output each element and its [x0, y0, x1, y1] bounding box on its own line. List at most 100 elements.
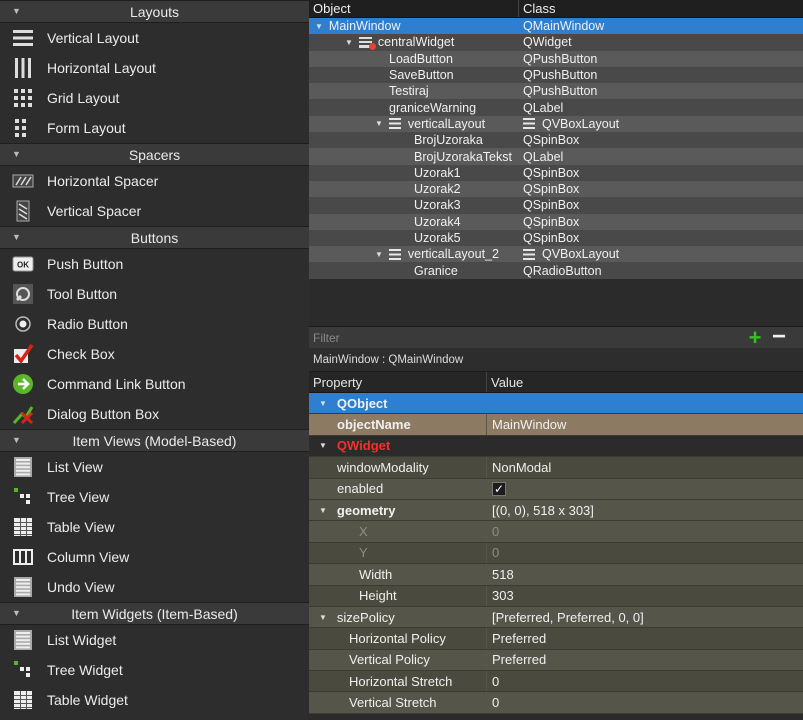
property-value-cell[interactable]: ✓	[487, 481, 506, 497]
property-row-width[interactable]: Width 518	[309, 564, 803, 586]
object-row[interactable]: ▼ MainWindow QMainWindow	[309, 18, 803, 35]
property-row-x[interactable]: X0	[309, 521, 803, 543]
collapse-arrow-icon[interactable]: ▼	[12, 149, 21, 159]
widget-item-dialog-button-box[interactable]: Dialog Button Box	[0, 399, 309, 429]
property-value-cell[interactable]: Preferred	[487, 652, 546, 667]
property-value: 303	[492, 588, 514, 604]
category-item-views-model-based-[interactable]: ▼ Item Views (Model-Based)	[0, 429, 309, 452]
property-value-cell[interactable]: 303	[487, 588, 514, 603]
enabled-checkbox[interactable]: ✓	[492, 482, 506, 497]
object-row[interactable]: Granice QRadioButton	[309, 262, 803, 279]
expand-arrow-icon[interactable]: ▼	[375, 250, 383, 259]
property-value-cell[interactable]: 0	[487, 674, 499, 689]
object-row[interactable]: BrojUzoraka QSpinBox	[309, 132, 803, 149]
object-row[interactable]: ▼ centralWidget QWidget	[309, 34, 803, 51]
widget-item-undo-view[interactable]: Undo View	[0, 572, 309, 602]
object-row[interactable]: ▼ verticalLayout_2 QVBoxLayout	[309, 246, 803, 263]
property-row-horizontal-stretch[interactable]: Horizontal Stretch 0	[309, 671, 803, 693]
widget-item-horizontal-spacer[interactable]: Horizontal Spacer	[0, 166, 309, 196]
collapse-arrow-icon[interactable]: ▼	[12, 232, 21, 242]
property-name: sizePolicy	[336, 609, 395, 625]
object-row[interactable]: BrojUzorakaTekst QLabel	[309, 148, 803, 165]
widget-item-label: Push Button	[47, 256, 124, 272]
expand-arrow-icon[interactable]: ▼	[319, 399, 327, 408]
property-row-objectname[interactable]: objectName MainWindow	[309, 414, 803, 436]
widget-item-vertical-layout[interactable]: Vertical Layout	[0, 23, 309, 53]
property-row-vertical-stretch[interactable]: Vertical Stretch 0	[309, 692, 803, 714]
object-row[interactable]: Uzorak2 QSpinBox	[309, 180, 803, 198]
property-row-sizepolicy[interactable]: ▼ sizePolicy [Preferred, Preferred, 0, 0]	[309, 606, 803, 629]
widget-item-column-view[interactable]: Column View	[0, 542, 309, 572]
property-name: X	[359, 524, 368, 540]
collapse-arrow-icon[interactable]: ▼	[12, 608, 21, 618]
property-column-header[interactable]: Property	[309, 372, 487, 392]
object-row[interactable]: SaveButton QPushButton	[309, 66, 803, 84]
filter-input[interactable]: Filter	[313, 331, 340, 345]
property-row-horizontal-policy[interactable]: Horizontal Policy Preferred	[309, 628, 803, 650]
property-value-cell[interactable]: 0	[487, 695, 499, 710]
widget-item-table-widget[interactable]: Table Widget	[0, 685, 309, 715]
widget-item-form-layout[interactable]: Form Layout	[0, 113, 309, 143]
collapse-arrow-icon[interactable]: ▼	[12, 6, 21, 16]
property-value-cell[interactable]: [(0, 0), 518 x 303]	[487, 503, 594, 518]
object-name-cell: Uzorak3	[309, 197, 519, 213]
property-row-windowmodality[interactable]: windowModality NonModal	[309, 457, 803, 479]
widget-item-table-view[interactable]: Table View	[0, 512, 309, 542]
widget-item-label: Radio Button	[47, 316, 128, 332]
widget-item-command-link-button[interactable]: Command Link Button	[0, 369, 309, 399]
property-value-cell[interactable]: [Preferred, Preferred, 0, 0]	[487, 610, 644, 625]
object-row[interactable]: Uzorak4 QSpinBox	[309, 213, 803, 230]
object-row[interactable]: Uzorak5 QSpinBox	[309, 229, 803, 247]
category-item-widgets-item-based-[interactable]: ▼ Item Widgets (Item-Based)	[0, 602, 309, 625]
expand-arrow-icon[interactable]: ▼	[375, 119, 383, 128]
expand-arrow-icon[interactable]: ▼	[319, 506, 327, 515]
widget-item-radio-button[interactable]: Radio Button	[0, 309, 309, 339]
widget-item-grid-layout[interactable]: Grid Layout	[0, 83, 309, 113]
property-row-height[interactable]: Height 303	[309, 585, 803, 607]
widget-item-tool-button[interactable]: Tool Button	[0, 279, 309, 309]
object-row[interactable]: ▼ verticalLayout QVBoxLayout	[309, 115, 803, 133]
object-column-header[interactable]: Object	[309, 0, 519, 17]
expand-arrow-icon[interactable]: ▼	[319, 441, 327, 450]
expand-arrow-icon[interactable]: ▼	[319, 613, 327, 622]
object-name: LoadButton	[389, 51, 453, 66]
object-name-cell: BrojUzorakaTekst	[309, 148, 519, 164]
property-value-cell[interactable]: NonModal	[487, 460, 551, 475]
widget-item-push-button[interactable]: OK Push Button	[0, 249, 309, 279]
category-layouts[interactable]: ▼ Layouts	[0, 0, 309, 23]
object-row[interactable]: Uzorak3 QSpinBox	[309, 197, 803, 214]
expand-arrow-icon[interactable]: ▼	[315, 22, 323, 31]
add-icon[interactable]: +	[745, 327, 765, 349]
widget-item-list-view[interactable]: List View	[0, 452, 309, 482]
object-row[interactable]: graniceWarning QLabel	[309, 99, 803, 116]
object-class: QSpinBox	[523, 182, 580, 197]
object-row[interactable]: Testiraj QPushButton	[309, 83, 803, 100]
property-row-y[interactable]: Y0	[309, 542, 803, 565]
object-row[interactable]: LoadButton QPushButton	[309, 50, 803, 67]
property-name-cell: objectName	[309, 414, 487, 435]
property-row-enabled[interactable]: enabled ✓	[309, 478, 803, 500]
property-row-qobject[interactable]: ▼ QObject	[309, 393, 803, 415]
property-value: 0	[492, 524, 500, 540]
property-value-cell[interactable]: MainWindow	[487, 417, 566, 432]
value-column-header[interactable]: Value	[487, 375, 523, 390]
property-value-cell[interactable]: Preferred	[487, 631, 546, 646]
widget-item-tree-view[interactable]: Tree View	[0, 482, 309, 512]
remove-icon[interactable]: −	[769, 325, 789, 349]
expand-arrow-icon[interactable]: ▼	[345, 38, 353, 47]
property-row-geometry[interactable]: ▼ geometry [(0, 0), 518 x 303]	[309, 499, 803, 522]
widget-item-horizontal-layout[interactable]: Horizontal Layout	[0, 53, 309, 83]
class-column-header[interactable]: Class	[519, 1, 556, 16]
collapse-arrow-icon[interactable]: ▼	[12, 435, 21, 445]
category-spacers[interactable]: ▼ Spacers	[0, 143, 309, 166]
object-row[interactable]: Uzorak1 QSpinBox	[309, 164, 803, 181]
object-class-cell: QSpinBox	[519, 215, 579, 229]
widget-item-vertical-spacer[interactable]: Vertical Spacer	[0, 196, 309, 226]
widget-item-list-widget[interactable]: List Widget	[0, 625, 309, 655]
category-buttons[interactable]: ▼ Buttons	[0, 226, 309, 249]
property-value-cell[interactable]: 518	[487, 567, 514, 582]
property-row-qwidget[interactable]: ▼ QWidget	[309, 435, 803, 458]
widget-item-check-box[interactable]: Check Box	[0, 339, 309, 369]
property-row-vertical-policy[interactable]: Vertical Policy Preferred	[309, 649, 803, 672]
widget-item-tree-widget[interactable]: Tree Widget	[0, 655, 309, 685]
